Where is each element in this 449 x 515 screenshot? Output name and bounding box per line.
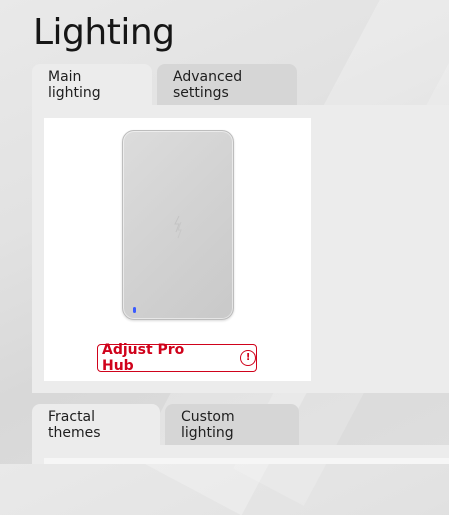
tab-advanced-settings[interactable]: Advanced settings bbox=[157, 64, 297, 106]
adjust-pro-hub-button[interactable]: Adjust Pro Hub ! bbox=[97, 342, 257, 374]
pro-hub-device-image[interactable] bbox=[122, 130, 234, 320]
page-title: Lighting bbox=[33, 12, 175, 53]
device-card: Adjust Pro Hub ! bbox=[44, 118, 311, 381]
themes-content bbox=[44, 458, 449, 464]
themes-panel bbox=[32, 445, 449, 464]
main-tabbar: Main lighting Advanced settings bbox=[32, 64, 302, 106]
adjust-pro-hub-label: Adjust Pro Hub bbox=[102, 342, 185, 374]
alert-icon: ! bbox=[240, 350, 256, 366]
status-led-icon bbox=[133, 307, 136, 313]
theme-tabbar: Fractal themes Custom lighting bbox=[32, 404, 304, 446]
fractal-logo-icon bbox=[174, 215, 182, 239]
tab-custom-lighting[interactable]: Custom lighting bbox=[165, 404, 299, 446]
tab-main-lighting[interactable]: Main lighting bbox=[32, 64, 152, 106]
tab-fractal-themes[interactable]: Fractal themes bbox=[32, 404, 160, 446]
